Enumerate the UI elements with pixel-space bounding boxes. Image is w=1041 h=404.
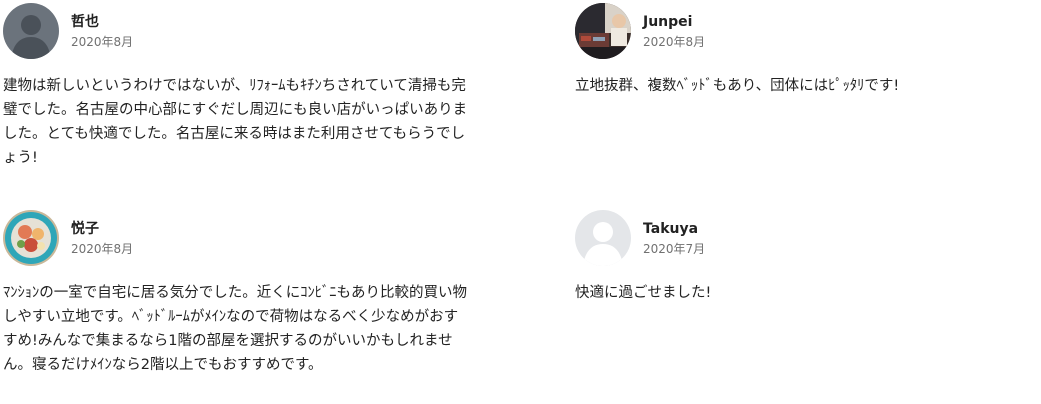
reviews-grid: 哲也 2020年8月 建物は新しいというわけではないが、ﾘﾌｫｰﾑもｷﾁﾝちされ… bbox=[0, 0, 1041, 404]
review-header: 哲也 2020年8月 bbox=[3, 3, 468, 59]
review-header: Junpei 2020年8月 bbox=[575, 3, 1040, 59]
review-card: 悦子 2020年8月 ﾏﾝｼｮﾝの一室で自宅に居る気分でした。近くにｺﾝﾋﾞﾆも… bbox=[3, 210, 468, 377]
review-text: 建物は新しいというわけではないが、ﾘﾌｫｰﾑもｷﾁﾝちされていて清掃も完璧でした… bbox=[3, 78, 468, 166]
avatar[interactable] bbox=[3, 3, 59, 59]
review-meta: Junpei 2020年8月 bbox=[643, 12, 705, 51]
food-photo-icon bbox=[3, 210, 59, 266]
reviewer-name: 哲也 bbox=[71, 13, 99, 30]
avatar[interactable] bbox=[575, 3, 631, 59]
review-meta: Takuya 2020年7月 bbox=[643, 219, 705, 258]
user-silhouette-icon bbox=[575, 210, 631, 266]
review-meta: 悦子 2020年8月 bbox=[71, 219, 133, 258]
review-card: 哲也 2020年8月 建物は新しいというわけではないが、ﾘﾌｫｰﾑもｷﾁﾝちされ… bbox=[3, 3, 468, 170]
review-text: ﾏﾝｼｮﾝの一室で自宅に居る気分でした。近くにｺﾝﾋﾞﾆもあり比較的買い物しやす… bbox=[3, 285, 467, 373]
reviewer-name: Junpei bbox=[643, 13, 693, 30]
review-card: Takuya 2020年7月 快適に過ごせました! bbox=[575, 210, 1040, 305]
user-silhouette-icon bbox=[3, 3, 59, 59]
review-date: 2020年8月 bbox=[71, 241, 134, 256]
review-header: Takuya 2020年7月 bbox=[575, 210, 1040, 266]
review-header: 悦子 2020年8月 bbox=[3, 210, 468, 266]
review-date: 2020年8月 bbox=[71, 34, 134, 49]
user-photo-icon bbox=[575, 3, 631, 59]
avatar[interactable] bbox=[3, 210, 59, 266]
review-text: 快適に過ごせました! bbox=[575, 285, 712, 301]
reviewer-name: Takuya bbox=[643, 220, 699, 237]
avatar[interactable] bbox=[575, 210, 631, 266]
review-meta: 哲也 2020年8月 bbox=[71, 12, 133, 51]
review-date: 2020年7月 bbox=[643, 241, 706, 256]
reviewer-name: 悦子 bbox=[71, 220, 99, 237]
review-card: Junpei 2020年8月 立地抜群、複数ﾍﾞｯﾄﾞもあり、団体にはﾋﾟｯﾀﾘ… bbox=[575, 3, 1040, 98]
review-text: 立地抜群、複数ﾍﾞｯﾄﾞもあり、団体にはﾋﾟｯﾀﾘです! bbox=[575, 78, 900, 94]
review-date: 2020年8月 bbox=[643, 34, 706, 49]
